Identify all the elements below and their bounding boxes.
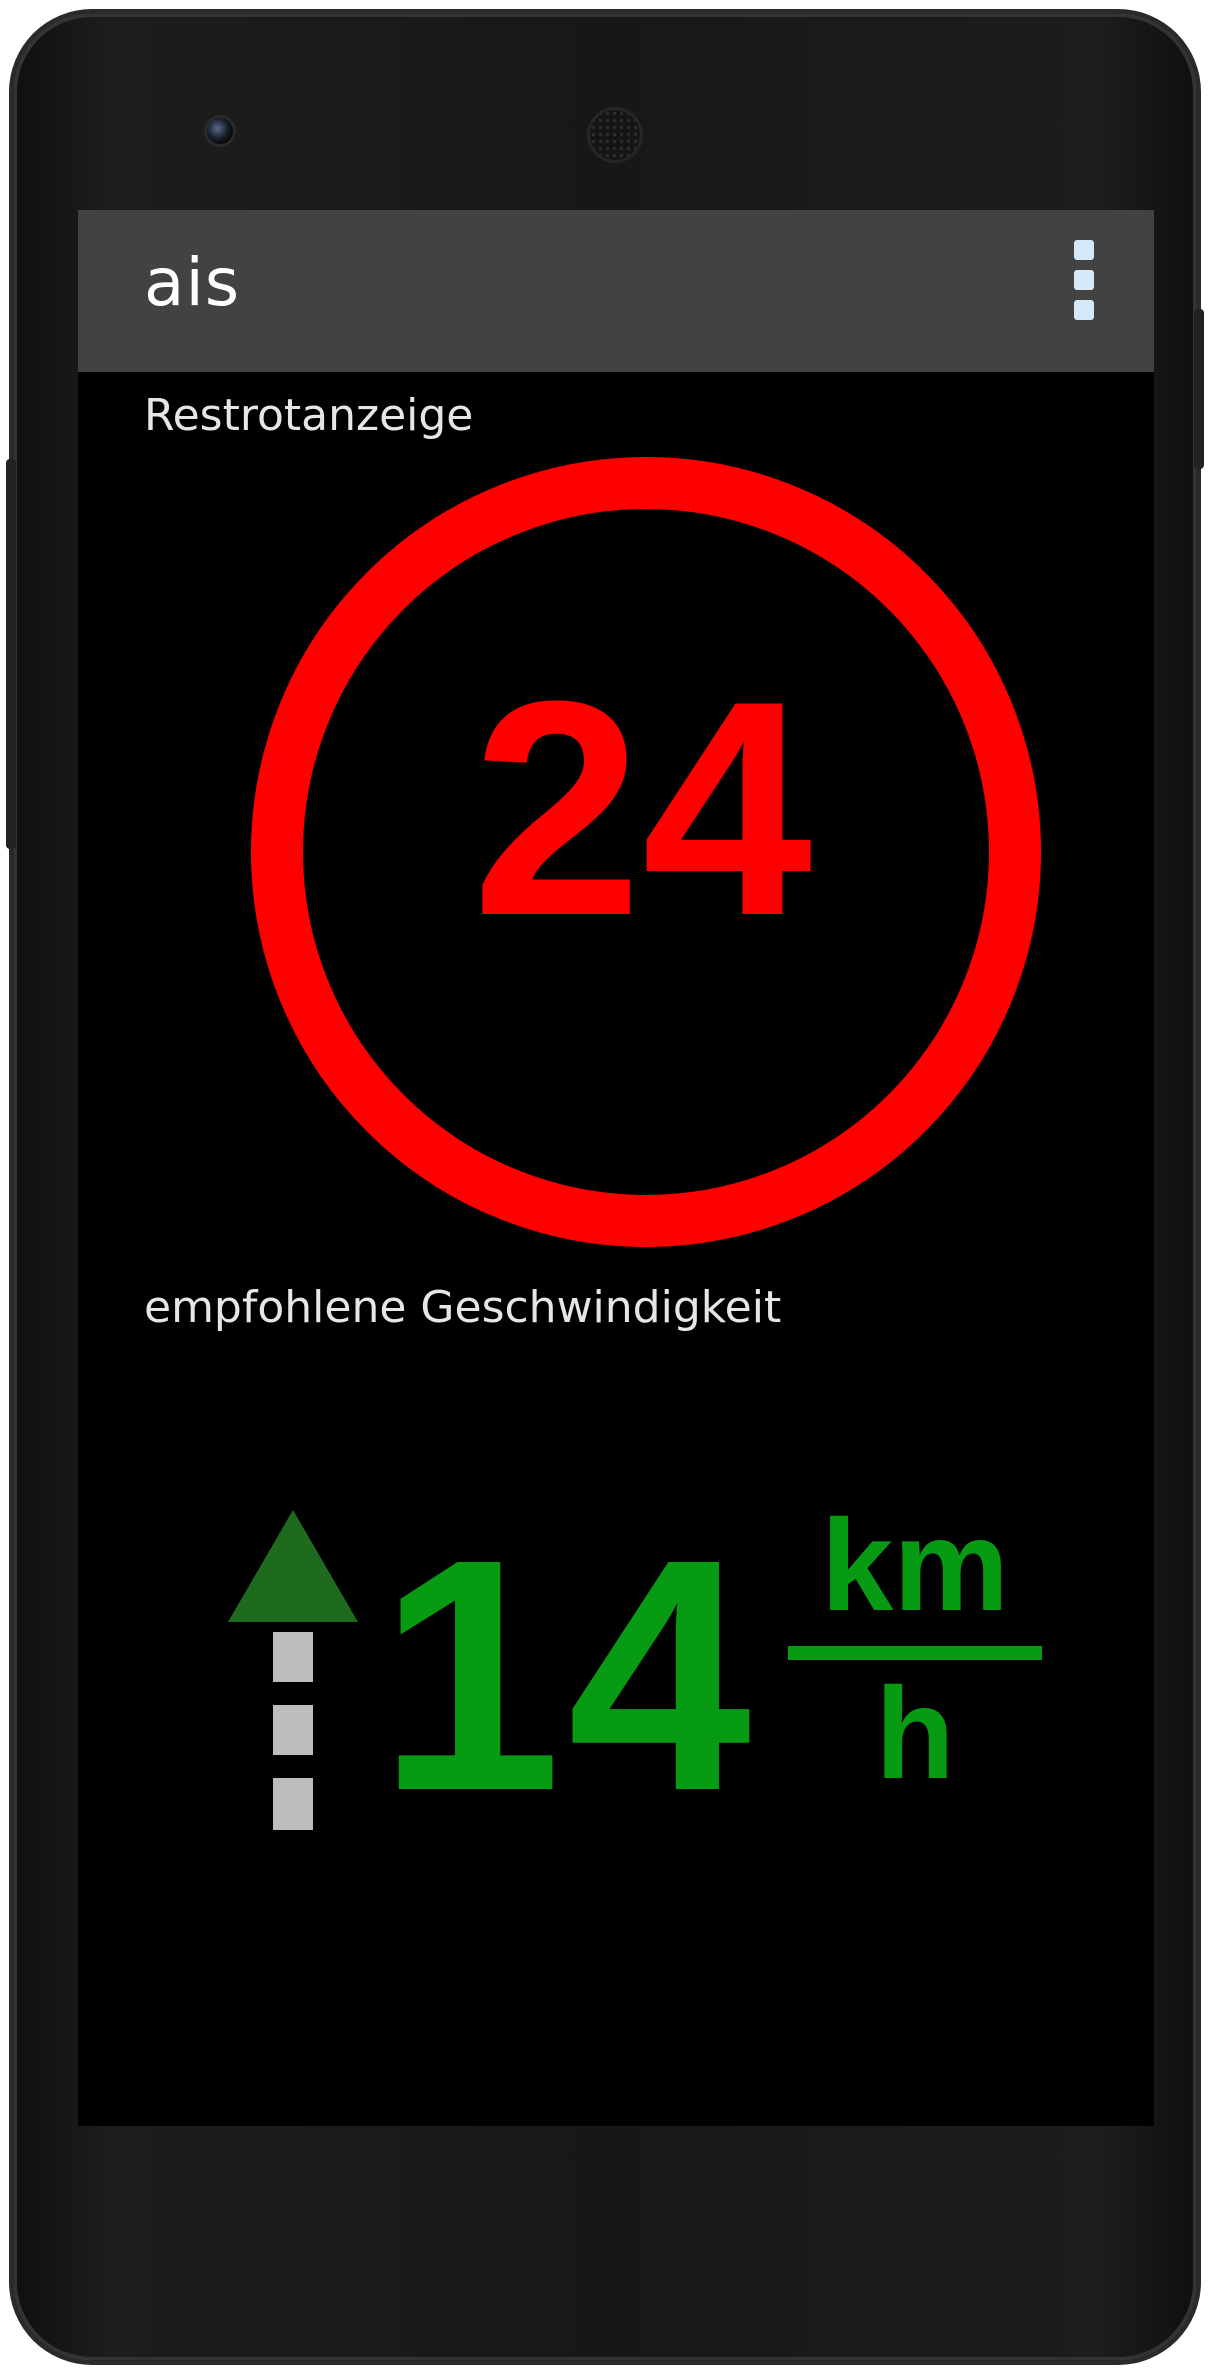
power-button: [1194, 309, 1204, 469]
fraction-bar: [788, 1646, 1042, 1660]
earpiece-speaker: [590, 110, 640, 160]
screen: ais Restrotanzeige 24 empfohlene Geschwi…: [78, 210, 1154, 2126]
restrot-countdown: 24: [471, 637, 813, 979]
straight-ahead-arrow-icon: [228, 1510, 358, 1830]
arrow-head: [228, 1510, 358, 1622]
speed-unit: km h: [788, 1500, 1042, 1800]
arrow-dash: [273, 1705, 313, 1755]
unit-denominator: h: [875, 1660, 955, 1806]
menu-dot: [1074, 300, 1094, 320]
menu-dot: [1074, 240, 1094, 260]
speed-label: empfohlene Geschwindigkeit: [144, 1282, 782, 1333]
overflow-menu-icon[interactable]: [1064, 240, 1104, 340]
action-bar: ais: [78, 210, 1154, 372]
proximity-sensor: [980, 122, 996, 138]
unit-numerator: km: [821, 1492, 1009, 1638]
volume-button: [6, 459, 16, 849]
restrot-label: Restrotanzeige: [144, 390, 474, 441]
app-title: ais: [144, 244, 241, 321]
arrow-dash: [273, 1778, 313, 1830]
light-sensor: [1016, 124, 1028, 136]
phone-frame: ais Restrotanzeige 24 empfohlene Geschwi…: [6, 14, 1204, 2360]
arrow-dash: [273, 1632, 313, 1682]
menu-dot: [1074, 270, 1094, 290]
recommended-speed-value: 14: [378, 1490, 758, 1859]
front-camera: [207, 118, 233, 144]
